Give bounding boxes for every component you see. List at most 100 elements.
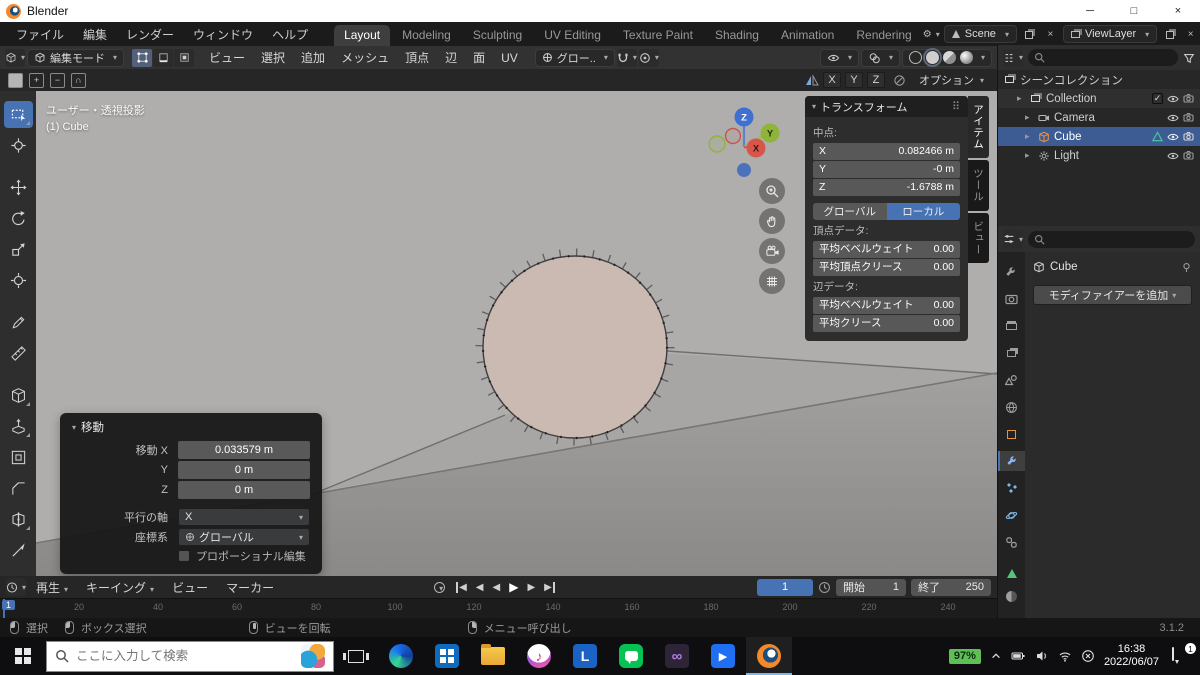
tab-particles[interactable] [998, 478, 1025, 498]
timeline-editor-icon[interactable] [6, 578, 26, 596]
next-keyframe-button[interactable]: ▶ [527, 582, 535, 593]
menu-add[interactable]: 追加 [294, 47, 332, 68]
auto-keying-button[interactable] [434, 581, 446, 593]
taskbar-search[interactable] [46, 640, 334, 672]
expand-icon[interactable]: ▸ [1017, 93, 1025, 104]
menu-playback[interactable]: 再生 [28, 577, 76, 598]
menu-face[interactable]: 面 [466, 47, 492, 68]
move-panel-header[interactable]: ▾ 移動 [72, 419, 310, 435]
l-app-icon[interactable]: L [562, 637, 608, 675]
edge-select-mode-button[interactable] [153, 48, 174, 67]
tray-clock[interactable]: 16:38 2022/06/07 [1104, 643, 1159, 670]
tool-scale[interactable] [4, 236, 33, 263]
tool-add-cube[interactable] [4, 382, 33, 409]
menu-edit[interactable]: 編集 [74, 24, 116, 45]
mode-selector[interactable]: 編集モード [27, 48, 125, 67]
menu-file[interactable]: ファイル [7, 24, 73, 45]
menu-marker[interactable]: マーカー [218, 577, 282, 598]
move-x-field[interactable]: 0.033579 m [178, 441, 310, 459]
object-visibility-dropdown[interactable] [819, 48, 859, 67]
tool-inset-faces[interactable] [4, 444, 33, 471]
transform-panel-header[interactable]: ▾ トランスフォーム ⠿ [805, 96, 968, 117]
workspace-tab-uv-editing[interactable]: UV Editing [534, 25, 611, 46]
play-reverse-button[interactable]: ◀ [493, 582, 501, 593]
wireframe-shading-button[interactable] [908, 51, 922, 64]
menu-render[interactable]: レンダー [117, 24, 183, 45]
itunes-icon[interactable]: ♪ [516, 637, 562, 675]
solid-shading-button[interactable] [922, 48, 942, 67]
outliner-row-camera[interactable]: ▸ Camera [998, 108, 1200, 127]
move-y-field[interactable]: 0 m [178, 461, 310, 479]
line-icon[interactable] [608, 637, 654, 675]
timeline-strip[interactable]: 20 40 60 80 100 120 140 160 180 200 220 … [0, 598, 997, 618]
menu-uv[interactable]: UV [494, 49, 525, 67]
wifi-icon[interactable] [1058, 649, 1072, 663]
proportional-editing-checkbox[interactable]: プロポーショナル編集 [178, 548, 310, 564]
tool-extrude-region[interactable] [4, 413, 33, 440]
tab-physics[interactable] [998, 505, 1025, 525]
tab-render[interactable] [998, 289, 1025, 309]
outliner-editor-icon[interactable] [1003, 48, 1023, 67]
perspective-toggle-button[interactable] [759, 268, 785, 294]
options-dropdown[interactable]: オプション [914, 72, 989, 88]
viewlayer-copy-button[interactable] [1161, 25, 1178, 43]
hide-eye-icon[interactable] [1167, 94, 1179, 104]
viewlayer-remove-button[interactable]: × [1182, 25, 1199, 43]
properties-editor-icon[interactable] [1003, 230, 1023, 248]
gizmo-y-neg-axis[interactable] [708, 135, 726, 153]
microsoft-store-icon[interactable] [424, 637, 470, 675]
gizmo-z-neg-axis[interactable] [737, 163, 751, 177]
jump-to-end-button[interactable]: ▶ [544, 581, 555, 593]
tab-scene[interactable] [998, 370, 1025, 390]
overlays-dropdown[interactable] [860, 48, 900, 67]
disable-render-icon[interactable] [1183, 131, 1195, 142]
correct-face-attributes-icon[interactable] [893, 74, 906, 87]
properties-search-input[interactable] [1028, 230, 1195, 248]
speaker-icon[interactable] [1035, 649, 1049, 663]
orientation-dropdown[interactable]: グローバル [178, 528, 310, 546]
median-z-field[interactable]: Z -1.6788 m [813, 179, 960, 196]
tool-move[interactable] [4, 174, 33, 201]
tab-world[interactable] [998, 397, 1025, 417]
tool-loop-cut[interactable] [4, 506, 33, 533]
mirror-z-button[interactable]: Z [866, 72, 885, 88]
add-modifier-button[interactable]: モディファイアーを追加 [1033, 285, 1192, 305]
frame-start-field[interactable]: 開始 1 [836, 578, 906, 596]
menu-keying[interactable]: キーイング [78, 577, 162, 598]
viewlayer-selector[interactable]: ViewLayer [1062, 25, 1158, 43]
outliner-row-light[interactable]: ▸ Light [998, 146, 1200, 165]
disable-render-icon[interactable] [1183, 93, 1195, 104]
visual-studio-icon[interactable]: ∞ [654, 637, 700, 675]
file-explorer-icon[interactable] [470, 637, 516, 675]
play-button[interactable]: ▶ [509, 580, 518, 594]
tab-tool[interactable] [998, 262, 1025, 282]
menu-help[interactable]: ヘルプ [263, 24, 317, 45]
select-subtract-icon[interactable]: − [50, 72, 65, 88]
pan-hand-button[interactable] [759, 208, 785, 234]
snap-magnet-icon[interactable] [616, 48, 637, 67]
workspace-tab-sculpting[interactable]: Sculpting [463, 25, 532, 46]
filter-icon[interactable] [1183, 52, 1195, 64]
vertex-select-mode-button[interactable] [132, 48, 153, 67]
tool-cursor[interactable] [4, 132, 33, 159]
local-space-button[interactable]: ローカル [886, 203, 960, 220]
median-y-field[interactable]: Y -0 m [813, 161, 960, 178]
pin-icon[interactable] [1181, 262, 1192, 273]
edge-browser-icon[interactable] [378, 637, 424, 675]
tool-bevel[interactable] [4, 475, 33, 502]
tab-constraints[interactable] [998, 532, 1025, 552]
start-button[interactable] [0, 637, 46, 675]
blender-taskbar-icon[interactable] [746, 637, 792, 675]
menu-edge[interactable]: 辺 [438, 47, 464, 68]
scene-unlink-button[interactable]: × [1042, 25, 1059, 43]
workspace-tab-modeling[interactable]: Modeling [392, 25, 461, 46]
previous-keyframe-button[interactable]: ◀ [476, 582, 484, 593]
collection-checkbox[interactable]: ✓ [1152, 93, 1163, 104]
jump-to-start-button[interactable]: ◀ [456, 581, 467, 593]
maximize-button[interactable]: □ [1112, 0, 1156, 22]
proportional-edit-icon[interactable] [638, 48, 659, 67]
mean-vertex-crease-field[interactable]: 平均頂点クリース 0.00 [813, 259, 960, 276]
zoom-button[interactable] [759, 178, 785, 204]
workspace-tab-animation[interactable]: Animation [771, 25, 844, 46]
transform-orientation-selector[interactable]: グロー.. [534, 48, 615, 67]
